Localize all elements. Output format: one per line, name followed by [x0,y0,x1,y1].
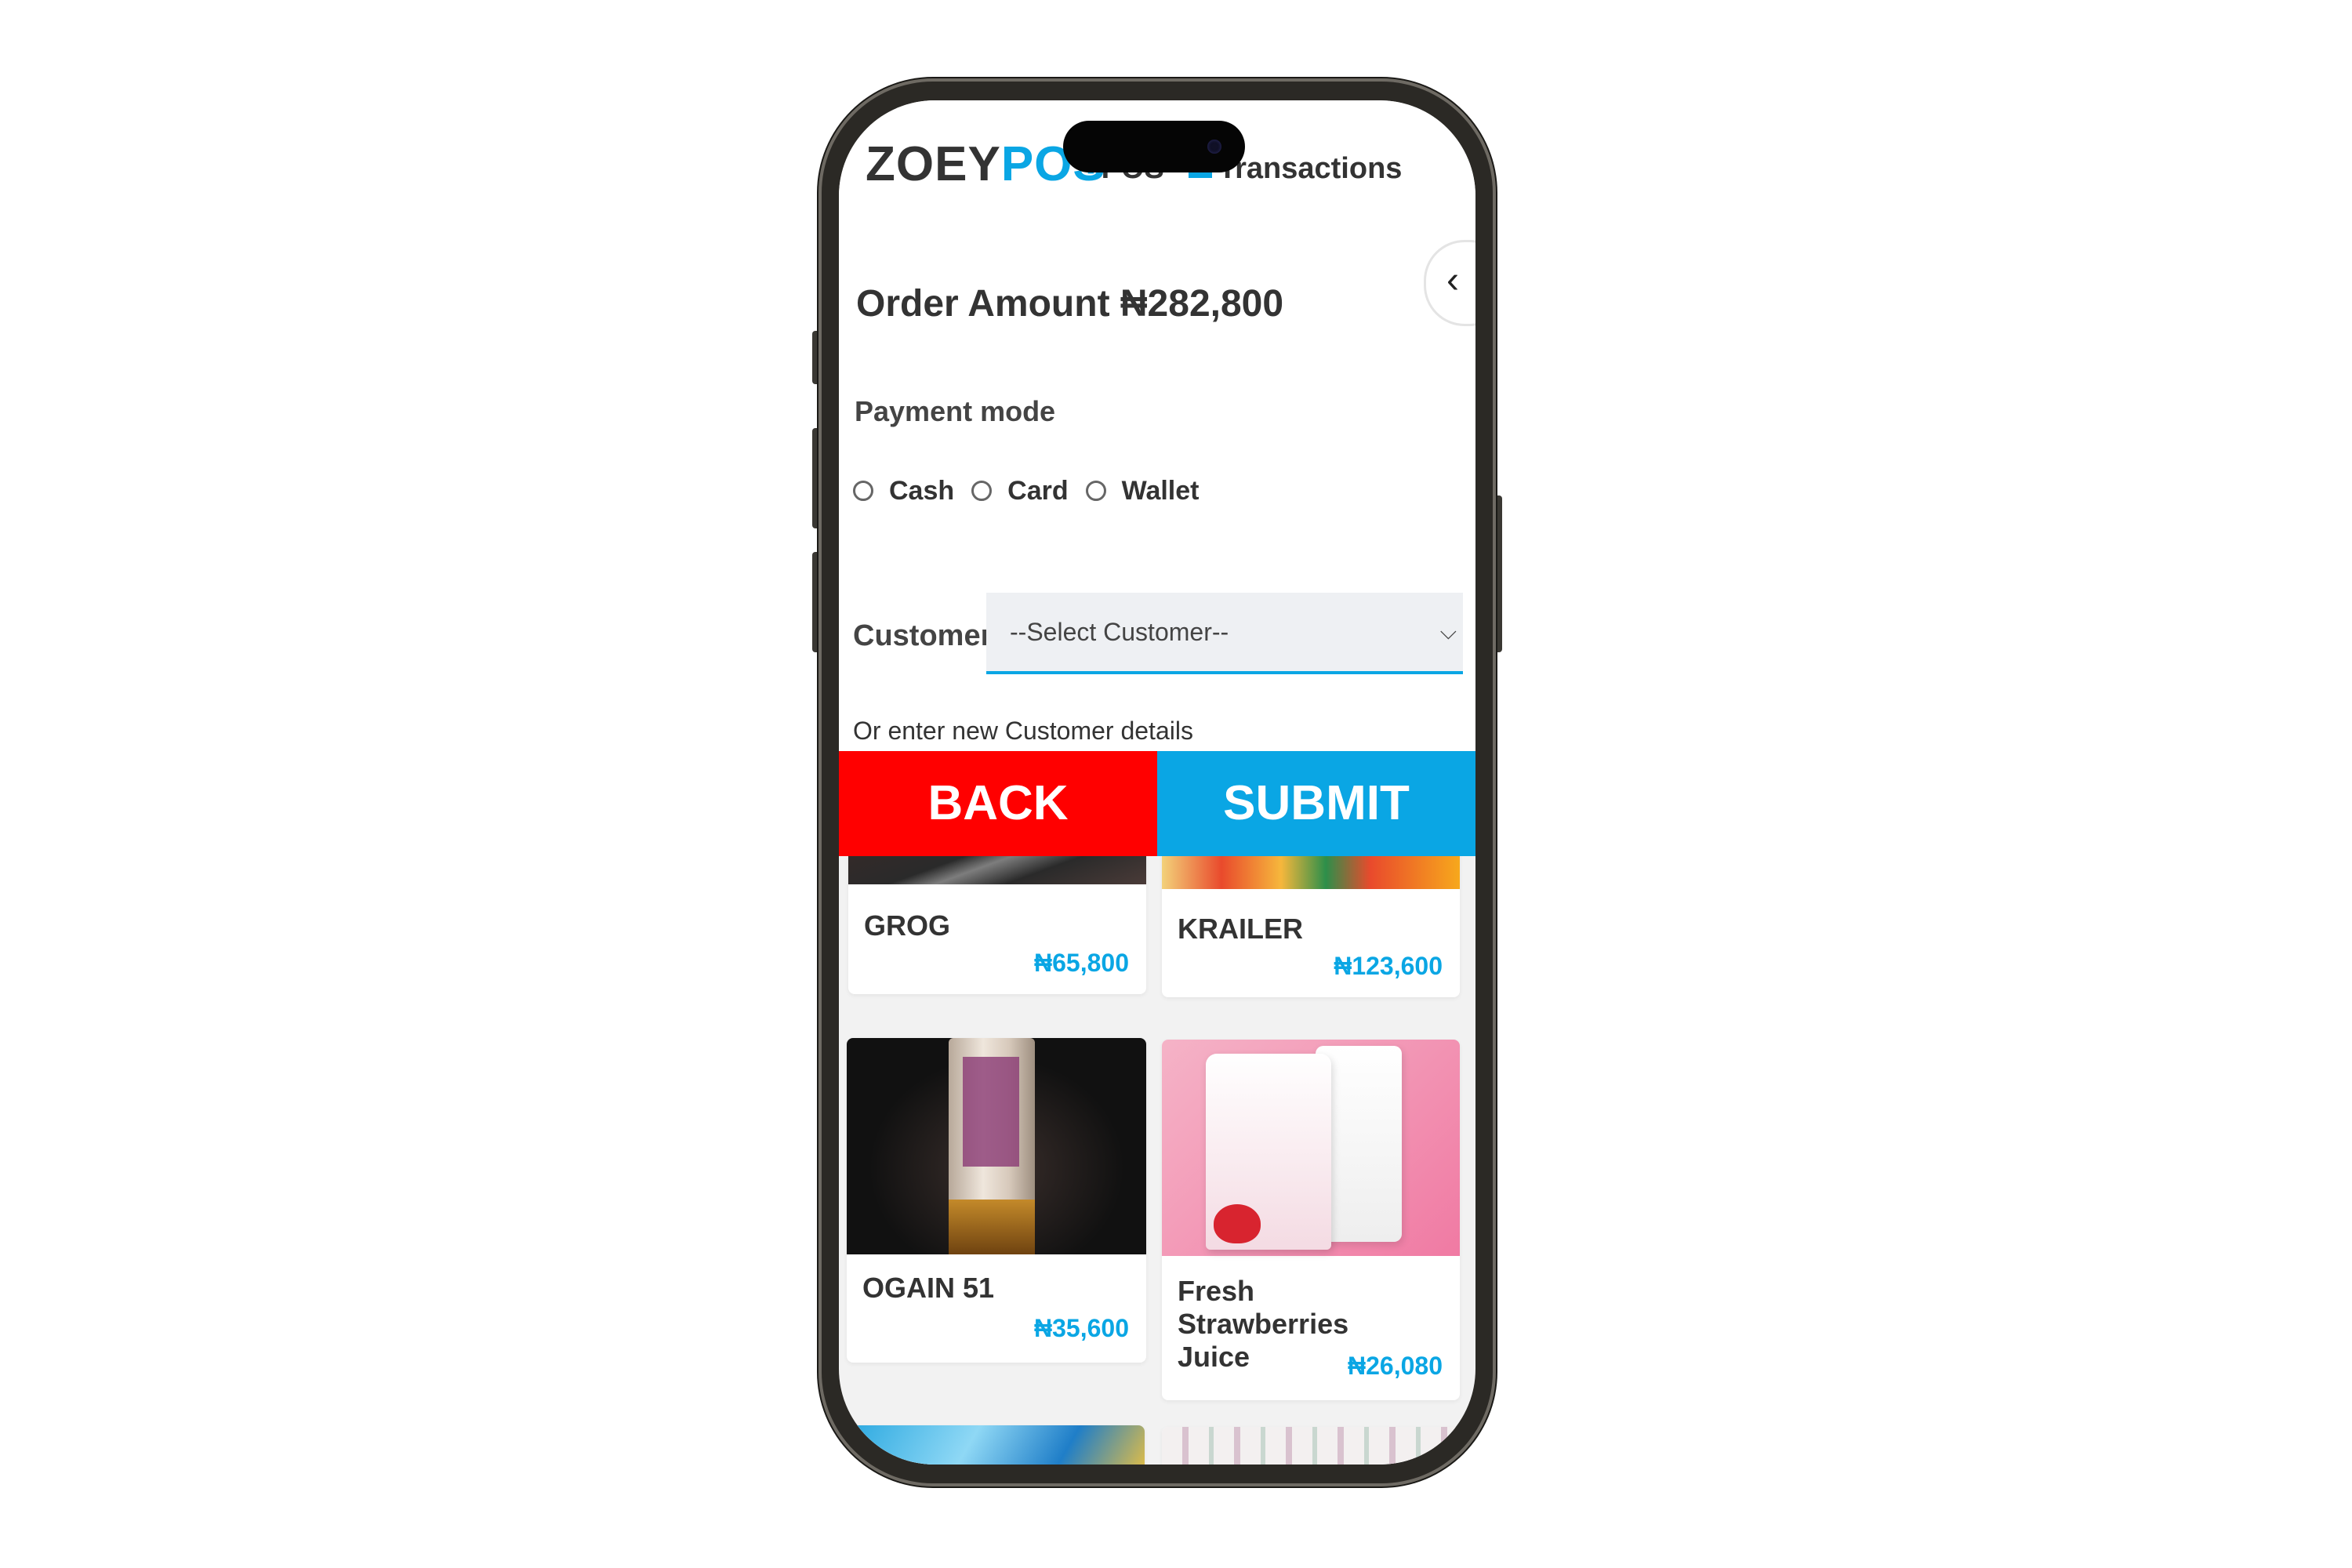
radio-cash[interactable] [853,481,873,501]
dynamic-island [1063,121,1245,172]
phone-screen: ZOEYPOS ▪POS ▬Transactions ‹ Order Amoun… [839,100,1475,1465]
product-image [1162,1040,1460,1256]
radio-card-label[interactable]: Card [1007,476,1068,506]
back-button[interactable]: BACK [839,751,1157,856]
product-price: ₦123,600 [1334,952,1443,980]
front-camera [1207,140,1221,154]
submit-button[interactable]: SUBMIT [1157,751,1475,856]
logo-zoey: ZOEY [866,137,1001,191]
payment-mode-options: Cash Card Wallet [853,474,1216,508]
product-card[interactable]: Fresh Strawberries Juice ₦26,080 [1162,1040,1460,1400]
radio-card[interactable] [971,481,993,501]
product-price: ₦26,080 [1348,1352,1443,1380]
nav-transactions-label: Transactions [1218,152,1403,185]
radio-wallet-label[interactable]: Wallet [1122,476,1200,506]
product-name: GROG [864,909,951,942]
customer-label: Customer [853,619,993,652]
product-image [847,1425,1145,1465]
order-amount: Order Amount ₦282,800 [856,283,1284,325]
product-image [847,1038,1146,1254]
product-price: ₦35,600 [1034,1314,1129,1342]
product-name: KRAILER [1178,913,1303,945]
new-customer-link[interactable]: Or enter new Customer details [853,717,1193,746]
radio-wallet[interactable] [1085,481,1106,501]
product-image [1162,1427,1460,1465]
chevron-left-icon: ‹ [1446,260,1459,301]
product-card[interactable] [1162,1427,1460,1465]
product-card[interactable] [847,1425,1145,1465]
customer-select-value: --Select Customer-- [1010,618,1229,646]
radio-cash-label[interactable]: Cash [889,476,954,506]
payment-mode-label: Payment mode [855,395,1056,427]
product-card[interactable]: OGAIN 51 ₦35,600 [847,1038,1146,1363]
product-name: OGAIN 51 [862,1272,995,1304]
bottle-label-graphic [963,1057,1019,1167]
product-price: ₦65,800 [1034,949,1129,977]
customer-select[interactable]: --Select Customer-- ⌵ [986,593,1463,674]
chevron-down-icon: ⌵ [1439,619,1457,644]
strawberry-graphic [1214,1204,1261,1243]
bottle-graphic [949,1038,1035,1254]
bottle-liquid-graphic [949,1200,1035,1254]
